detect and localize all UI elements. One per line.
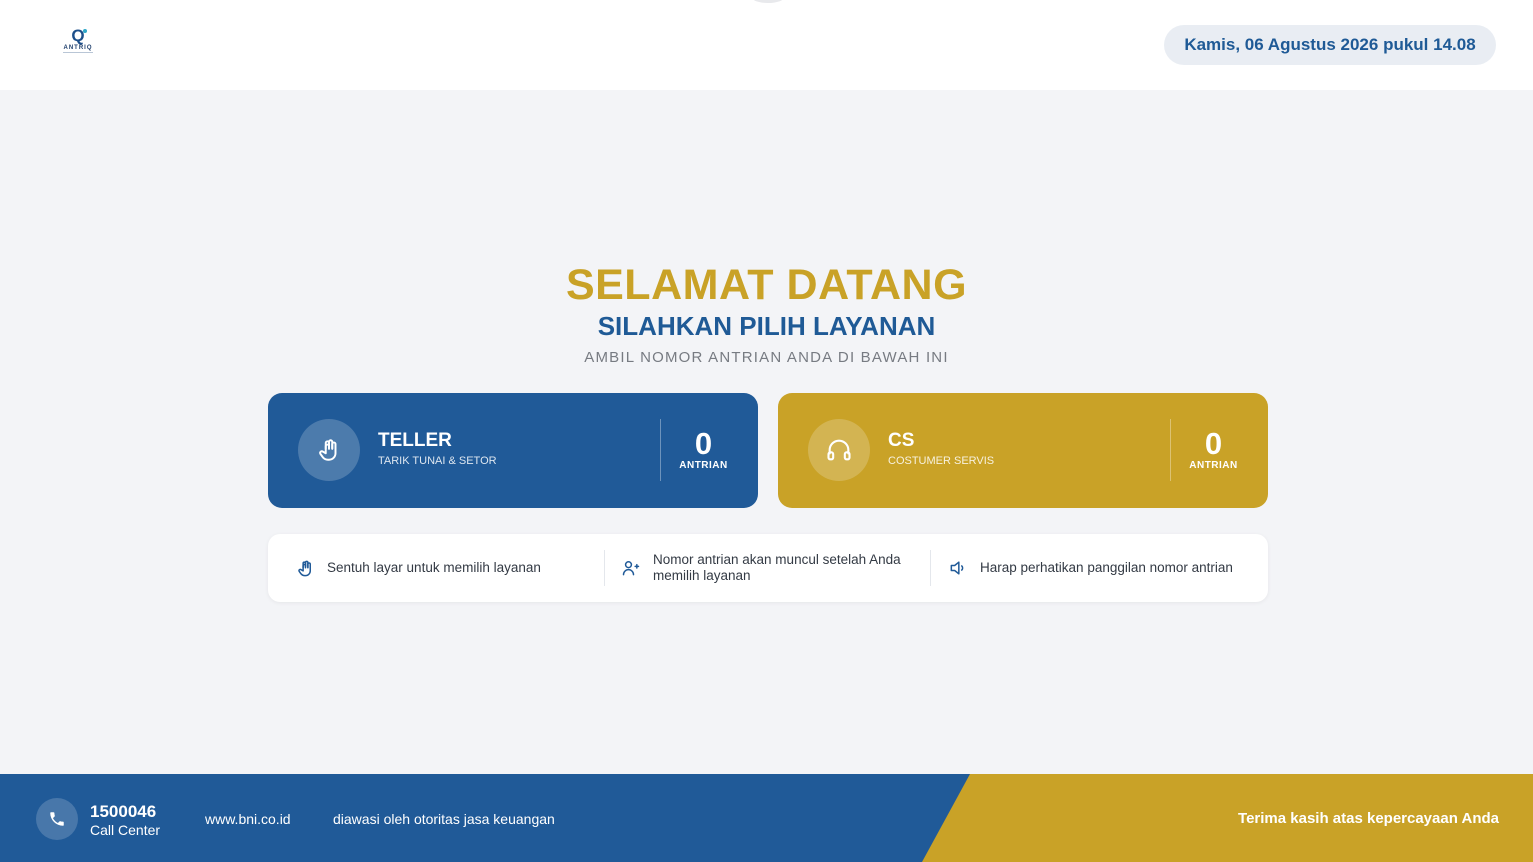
service-subtitle: COSTUMER SERVIS [888,455,995,467]
welcome-section: SELAMAT DATANG SILAHKAN PILIH LAYANAN AM… [0,260,1533,368]
divider [604,550,605,586]
welcome-title: SELAMAT DATANG [565,261,968,309]
info-item-call: Harap perhatikan panggilan nomor antrian [948,534,1258,602]
antriq-logo: Q ANTRIQ [58,27,98,58]
supervision-text: diawasi oleh otoritas jasa keuangan [333,811,555,827]
logo-q-mark: Q [58,27,98,44]
info-text: Harap perhatikan panggilan nomor antrian [980,560,1233,575]
info-item-queue-number: Nomor antrian akan muncul setelah Anda m… [621,534,921,602]
hand-touch-icon [298,560,312,576]
service-name: TELLER [378,430,452,451]
call-center-label: Call Center [90,822,161,838]
phone-icon [36,798,78,840]
divider [930,550,931,586]
footer: 1500046 Call Center www.bni.co.id diawas… [0,774,1533,862]
queue-count: 0 [694,426,713,461]
service-card-cs[interactable]: CS COSTUMER SERVIS 0 ANTRIAN [778,393,1268,508]
service-subtitle: TARIK TUNAI & SETOR [378,455,497,467]
hand-touch-icon [298,419,360,481]
info-item-touch: Sentuh layar untuk memilih layanan [296,534,596,602]
header: Q ANTRIQ Kamis, 06 Agustus 2026 pukul 14… [0,0,1533,90]
service-card-teller[interactable]: TELLER TARIK TUNAI & SETOR 0 ANTRIAN [268,393,758,508]
logo-text: ANTRIQ [63,45,93,51]
website-text: www.bni.co.id [205,811,291,827]
info-text: Nomor antrian akan muncul setelah Anda m… [653,552,901,583]
queue-count-label: ANTRIAN [1189,460,1238,471]
call-center-number: 1500046 [90,802,157,821]
info-bar: Sentuh layar untuk memilih layanan Nomor… [268,534,1268,602]
take-number-instruction: AMBIL NOMOR ANTRIAN ANDA DI BAWAH INI [584,349,949,366]
service-name: CS [888,430,915,451]
datetime-badge: Kamis, 06 Agustus 2026 pukul 14.08 [1164,25,1496,65]
headset-icon [808,419,870,481]
queue-count-label: ANTRIAN [679,460,728,471]
queue-count: 0 [1204,426,1223,461]
top-indicator [752,0,784,3]
info-text: Sentuh layar untuk memilih layanan [327,560,541,575]
thanks-text: Terima kasih atas kepercayaan Anda [1238,810,1499,827]
choose-service-subtitle: SILAHKAN PILIH LAYANAN [597,311,936,341]
speaker-icon [950,561,964,575]
user-add-icon [622,561,640,576]
